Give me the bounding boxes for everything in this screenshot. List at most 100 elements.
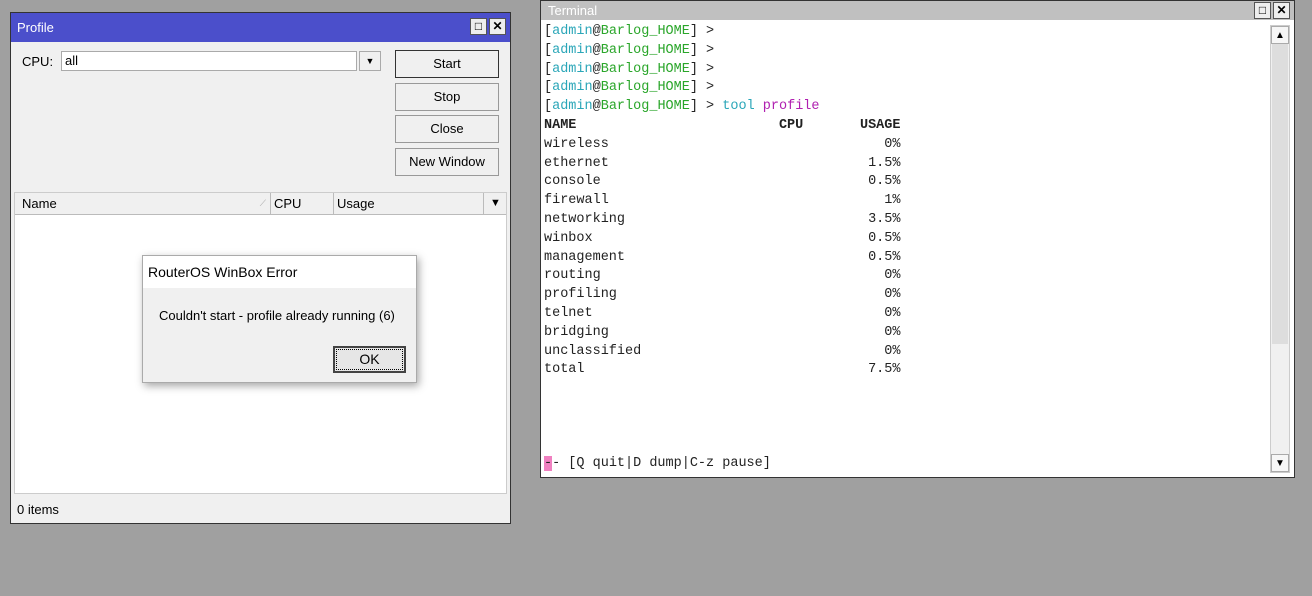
row-usage: 0% (884, 268, 901, 284)
row-usage: 0.5% (868, 230, 901, 246)
prompt-bracket: [ (544, 61, 553, 77)
table-header: NAME CPU USAGE (544, 117, 900, 136)
prompt-user: admin (552, 80, 593, 96)
command: tool (722, 99, 755, 115)
cpu-input[interactable]: all (61, 51, 357, 71)
prompt-host: Barlog_HOME (600, 61, 690, 77)
row-usage: 0% (884, 287, 901, 303)
column-cpu[interactable]: CPU (271, 193, 334, 214)
prompt-user: admin (552, 24, 593, 39)
row-usage: 0% (884, 136, 901, 152)
scrollbar[interactable]: ▲ ▼ (1270, 25, 1290, 473)
window-title: Profile (17, 20, 54, 35)
prompt-host: Barlog_HOME (600, 99, 690, 115)
row-usage: 0.5% (868, 174, 901, 190)
column-menu-icon[interactable]: ▼ (485, 193, 506, 214)
scroll-thumb[interactable] (1272, 44, 1288, 344)
table-row: wireless 0% (544, 136, 900, 155)
error-dialog: RouterOS WinBox Error Couldn't start - p… (142, 255, 417, 383)
prompt-close: ] > (689, 42, 715, 58)
prompt-at: @ (592, 42, 601, 58)
table-row: console 0.5% (544, 173, 900, 192)
row-usage: 0% (884, 305, 901, 321)
dropdown-arrow-icon[interactable]: ▼ (359, 51, 381, 71)
row-name: console (544, 174, 869, 190)
prompt-line: [admin@Barlog_HOME] > (544, 61, 900, 80)
start-button[interactable]: Start (395, 50, 499, 78)
prompt-line: [admin@Barlog_HOME] > tool profile (544, 98, 900, 117)
cpu-label: CPU: (22, 54, 54, 69)
prompt-close: ] > (689, 24, 715, 39)
item-count: 0 items (17, 502, 59, 517)
prompt-bracket: [ (544, 42, 553, 58)
stop-button[interactable]: Stop (395, 83, 499, 111)
error-message: Couldn't start - profile already running… (159, 308, 395, 323)
new-window-button[interactable]: New Window (395, 148, 499, 176)
prompt-host: Barlog_HOME (600, 42, 690, 58)
row-usage: 0.5% (868, 249, 901, 265)
column-name[interactable]: Name ⟋ (19, 193, 271, 214)
ok-button[interactable]: OK (333, 346, 406, 373)
table-row: firewall 1% (544, 192, 900, 211)
scroll-down-icon[interactable]: ▼ (1271, 454, 1289, 472)
prompt-bracket: [ (544, 80, 553, 96)
header-cpu: CPU (778, 117, 860, 133)
table-row: ethernet 1.5% (544, 155, 900, 174)
table-row: winbox 0.5% (544, 230, 900, 249)
prompt-line: [admin@Barlog_HOME] > (544, 42, 900, 61)
table-row: routing 0% (544, 267, 900, 286)
footer-line: -- [Q quit|D dump|C-z pause] (544, 455, 900, 474)
cursor: - (544, 456, 553, 472)
row-usage: 1.5% (868, 155, 901, 171)
row-name: networking (544, 211, 869, 227)
terminal-title-bar[interactable]: Terminal □ ✕ (541, 1, 1294, 20)
table-row: telnet 0% (544, 305, 900, 324)
prompt-close: ] > (689, 61, 715, 77)
prompt-user: admin (552, 61, 593, 77)
header-name: NAME (544, 117, 779, 133)
header-usage: USAGE (859, 117, 901, 133)
dialog-title: RouterOS WinBox Error (143, 256, 416, 288)
row-name: routing (544, 268, 885, 284)
prompt-user: admin (552, 99, 593, 115)
column-usage[interactable]: Usage (334, 193, 484, 214)
prompt-at: @ (592, 80, 601, 96)
row-usage: 1% (884, 193, 901, 209)
prompt-close: ] > (689, 99, 715, 115)
table-row: total 7.5% (544, 361, 900, 380)
prompt-at: @ (592, 99, 601, 115)
maximize-icon[interactable]: □ (470, 18, 487, 35)
maximize-icon[interactable]: □ (1254, 2, 1271, 19)
terminal-output[interactable]: [admin@Barlog_HOME] > [admin@Barlog_HOME]… (544, 23, 900, 474)
prompt-line: [admin@Barlog_HOME] > (544, 79, 900, 98)
profile-title-bar[interactable]: Profile □ ✕ (11, 13, 510, 42)
row-name: unclassified (544, 343, 885, 359)
prompt-host: Barlog_HOME (600, 80, 690, 96)
prompt-at: @ (592, 24, 601, 39)
row-name: wireless (544, 136, 885, 152)
prompt-host: Barlog_HOME (600, 24, 690, 39)
scroll-up-icon[interactable]: ▲ (1271, 26, 1289, 44)
terminal-window: Terminal □ ✕ [admin@Barlog_HOME] > [admin@… (540, 0, 1295, 478)
row-name: bridging (544, 324, 885, 340)
close-button[interactable]: Close (395, 115, 499, 143)
row-usage: 7.5% (868, 362, 901, 378)
row-usage: 0% (884, 324, 901, 340)
window-title: Terminal (548, 3, 598, 18)
table-row: unclassified 0% (544, 343, 900, 362)
table-row: networking 3.5% (544, 211, 900, 230)
row-name: total (544, 362, 869, 378)
close-icon[interactable]: ✕ (1273, 2, 1290, 19)
row-usage: 0% (884, 343, 901, 359)
footer-hint: - [Q quit|D dump|C-z pause] (552, 456, 771, 472)
row-usage: 3.5% (868, 211, 901, 227)
prompt-line: [admin@Barlog_HOME] > (544, 23, 900, 42)
close-icon[interactable]: ✕ (489, 18, 506, 35)
prompt-bracket: [ (544, 24, 553, 39)
prompt-bracket: [ (544, 99, 553, 115)
row-name: profiling (544, 287, 885, 303)
